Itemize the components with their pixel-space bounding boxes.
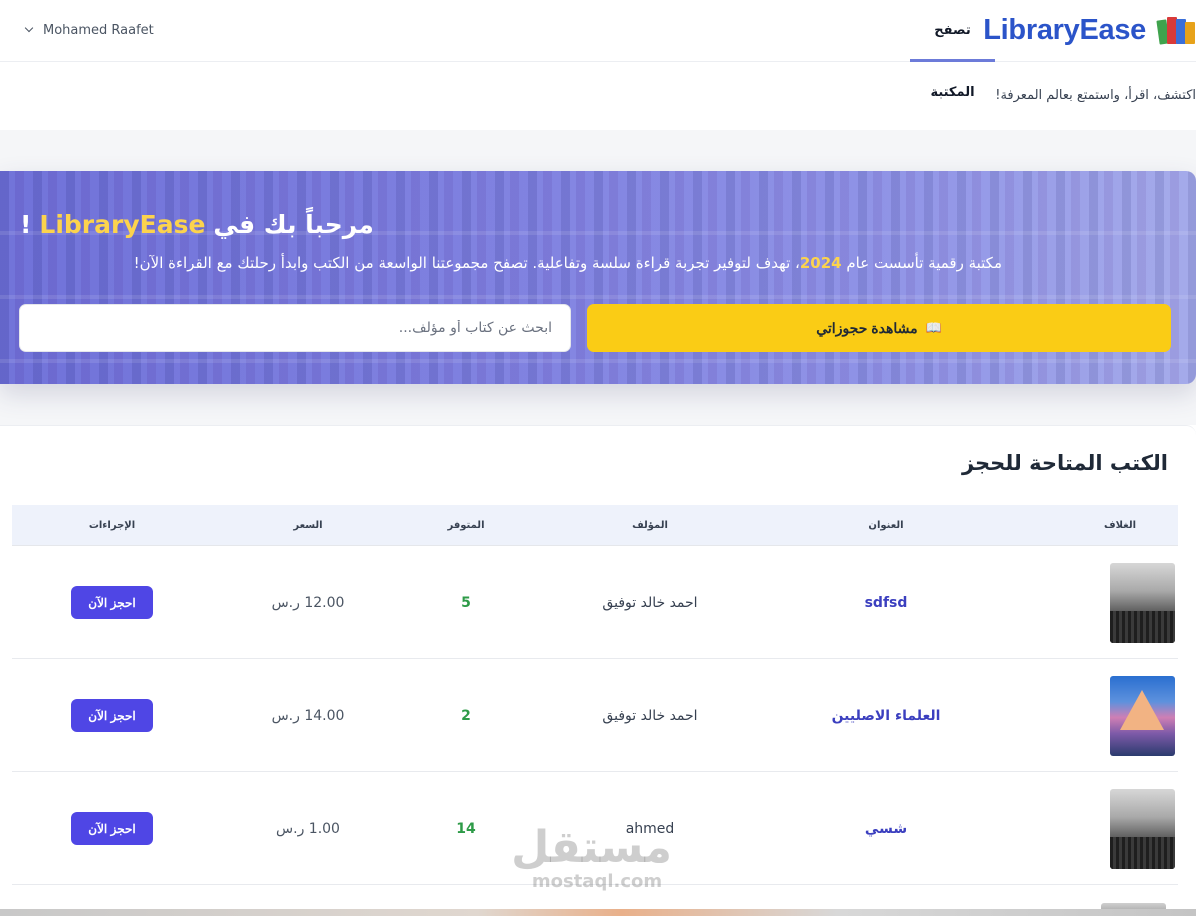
cover-cell <box>1072 546 1196 659</box>
author-cell: احمد خالد توفيق <box>560 659 740 772</box>
hero-desc-before: مكتبة رقمية تأسست عام <box>846 254 1002 272</box>
column-header-actions: الإجراءات <box>88 520 136 531</box>
book-author: احمد خالد توفيق <box>602 707 698 724</box>
hero-title-prefix: مرحباً بك في <box>213 209 374 239</box>
actions-cell: احجز الآن <box>52 546 172 659</box>
column-header-title: العنوان <box>868 520 904 531</box>
column-header-available: المتوفر <box>447 520 485 531</box>
book-author: احمد خالد توفيق <box>602 594 698 611</box>
book-now-button[interactable]: احجز الآن <box>71 699 153 732</box>
cover-cell <box>1072 659 1196 772</box>
title-cell: شسي <box>796 772 976 885</box>
next-row-partial <box>0 909 1196 916</box>
available-count: 5 <box>461 594 471 611</box>
book-price: 1.00 ر.س <box>276 820 340 837</box>
actions-cell: احجز الآن <box>52 659 172 772</box>
price-cell: 1.00 ر.س <box>238 772 378 885</box>
book-title-link[interactable]: العلماء الاصليين <box>832 708 941 724</box>
search-input[interactable] <box>19 304 571 352</box>
hero-title-brand: LibraryEase <box>39 209 206 239</box>
table-row: sdfsd احمد خالد توفيق 5 12.00 ر.س احجز ا… <box>12 546 1178 659</box>
books-logo-icon <box>1154 12 1196 48</box>
table-header: الغلاف العنوان المؤلف المتوفر السعر الإج… <box>12 505 1178 546</box>
brand-name: LibraryEase <box>983 13 1146 46</box>
shelf-lines <box>0 171 1196 384</box>
active-nav-indicator <box>910 59 995 62</box>
available-cell: 5 <box>416 546 516 659</box>
tagline: اكتشف، اقرأ، واستمتع بعالم المعرفة! <box>995 88 1196 103</box>
column-header-cover: الغلاف <box>1103 520 1137 531</box>
hero-desc-year: 2024 <box>799 254 842 272</box>
author-cell: احمد خالد توفيق <box>560 546 740 659</box>
author-cell: ahmed <box>560 772 740 885</box>
nav-browse-library[interactable]: تصفح المكتبة <box>910 0 995 100</box>
book-cover-image <box>1109 675 1175 756</box>
table-row: شسي ahmed 14 1.00 ر.س احجز الآن <box>12 772 1178 885</box>
available-count: 2 <box>461 707 471 724</box>
section-title: الكتب المتاحة للحجز <box>961 451 1168 475</box>
hero-title: ! LibraryEase مرحباً بك في <box>20 206 374 242</box>
title-cell: العلماء الاصليين <box>796 659 976 772</box>
book-author: ahmed <box>625 820 675 837</box>
cover-cell <box>1072 772 1196 885</box>
book-price: 12.00 ر.س <box>271 594 345 611</box>
price-cell: 12.00 ر.س <box>238 546 378 659</box>
hero-desc-after: ، تهدف لتوفير تجربة قراءة سلسة وتفاعلية.… <box>133 254 800 272</box>
table-row: العلماء الاصليين احمد خالد توفيق 2 14.00… <box>12 659 1178 772</box>
open-book-icon: 📖 <box>925 320 942 335</box>
bookings-button-label: مشاهدة حجوزاتي <box>816 319 918 336</box>
book-title-link[interactable]: شسي <box>865 821 907 837</box>
book-price: 14.00 ر.س <box>271 707 345 724</box>
chevron-down-icon <box>24 23 34 33</box>
book-now-button[interactable]: احجز الآن <box>71 586 153 619</box>
user-name: Mohamed Raafet <box>43 22 154 38</box>
available-cell: 14 <box>416 772 516 885</box>
title-cell: sdfsd <box>796 546 976 659</box>
book-now-button[interactable]: احجز الآن <box>71 812 153 845</box>
hero-description: مكتبة رقمية تأسست عام 2024، تهدف لتوفير … <box>20 254 1002 272</box>
user-menu[interactable]: Mohamed Raafet <box>24 20 154 40</box>
hero-banner <box>0 171 1196 384</box>
brand[interactable]: LibraryEase <box>983 10 1196 50</box>
price-cell: 14.00 ر.س <box>238 659 378 772</box>
actions-cell: احجز الآن <box>52 772 172 885</box>
available-count: 14 <box>456 820 476 837</box>
view-my-bookings-button[interactable]: 📖 مشاهدة حجوزاتي <box>587 304 1171 352</box>
book-cover-image <box>1109 788 1175 869</box>
hero-title-suffix: ! <box>20 209 32 239</box>
book-title-link[interactable]: sdfsd <box>865 595 908 611</box>
column-header-price: السعر <box>293 520 323 531</box>
top-navbar: LibraryEase تصفح المكتبة Mohamed Raafet <box>0 0 1196 100</box>
available-cell: 2 <box>416 659 516 772</box>
book-cover-image <box>1109 562 1175 643</box>
column-header-author: المؤلف <box>632 520 668 531</box>
